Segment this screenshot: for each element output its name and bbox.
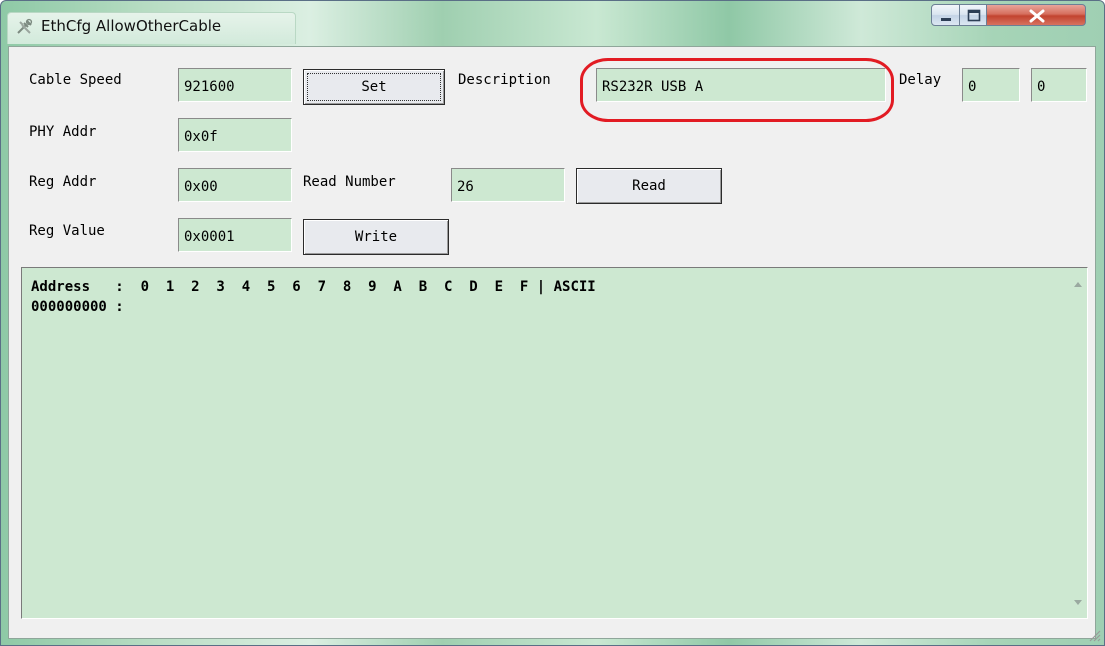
delay-field-1[interactable]: 0 bbox=[962, 68, 1020, 102]
reg-value-label: Reg Value bbox=[29, 223, 105, 239]
read-button[interactable]: Read bbox=[576, 168, 722, 204]
hex-dump-row: 000000000 : bbox=[31, 299, 124, 315]
minimize-button[interactable] bbox=[931, 4, 960, 26]
phy-addr-field[interactable]: 0x0f bbox=[178, 118, 292, 152]
hex-dump-textarea[interactable]: Address : 0 1 2 3 4 5 6 7 8 9 A B C D E … bbox=[21, 267, 1088, 619]
delay-label: Delay bbox=[899, 72, 942, 88]
description-label: Description bbox=[458, 72, 551, 88]
maximize-button[interactable] bbox=[959, 4, 987, 26]
cable-speed-field[interactable]: 921600 bbox=[178, 68, 292, 102]
read-number-field[interactable]: 26 bbox=[451, 168, 565, 202]
phy-addr-label: PHY Addr bbox=[29, 124, 97, 140]
title-bar[interactable]: EthCfg AllowOtherCable bbox=[1, 1, 1104, 44]
resize-grip-icon[interactable] bbox=[1085, 626, 1101, 642]
close-icon bbox=[1029, 9, 1045, 23]
reg-value-field[interactable]: 0x0001 bbox=[178, 218, 292, 252]
window-title: EthCfg AllowOtherCable bbox=[41, 17, 222, 35]
read-number-label: Read Number bbox=[303, 174, 396, 190]
delay-field-2[interactable]: 0 bbox=[1031, 68, 1087, 102]
cable-speed-label: Cable Speed bbox=[29, 72, 122, 88]
minimize-icon bbox=[941, 18, 951, 21]
reg-addr-field[interactable]: 0x00 bbox=[178, 168, 292, 202]
scroll-down-icon[interactable] bbox=[1074, 600, 1082, 605]
reg-addr-label: Reg Addr bbox=[29, 174, 97, 190]
hex-dump-header: Address : 0 1 2 3 4 5 6 7 8 9 A B C D E … bbox=[31, 279, 596, 295]
close-button[interactable] bbox=[986, 4, 1086, 26]
vertical-scrollbar[interactable] bbox=[1070, 268, 1087, 618]
write-button[interactable]: Write bbox=[303, 219, 449, 255]
scroll-up-icon[interactable] bbox=[1074, 282, 1082, 287]
app-window: EthCfg AllowOtherCable Cable Speed 92160… bbox=[0, 0, 1105, 646]
tools-icon bbox=[15, 18, 37, 38]
description-field[interactable]: RS232R USB A bbox=[596, 68, 886, 102]
maximize-icon bbox=[967, 9, 981, 22]
set-button[interactable]: Set bbox=[303, 69, 445, 105]
